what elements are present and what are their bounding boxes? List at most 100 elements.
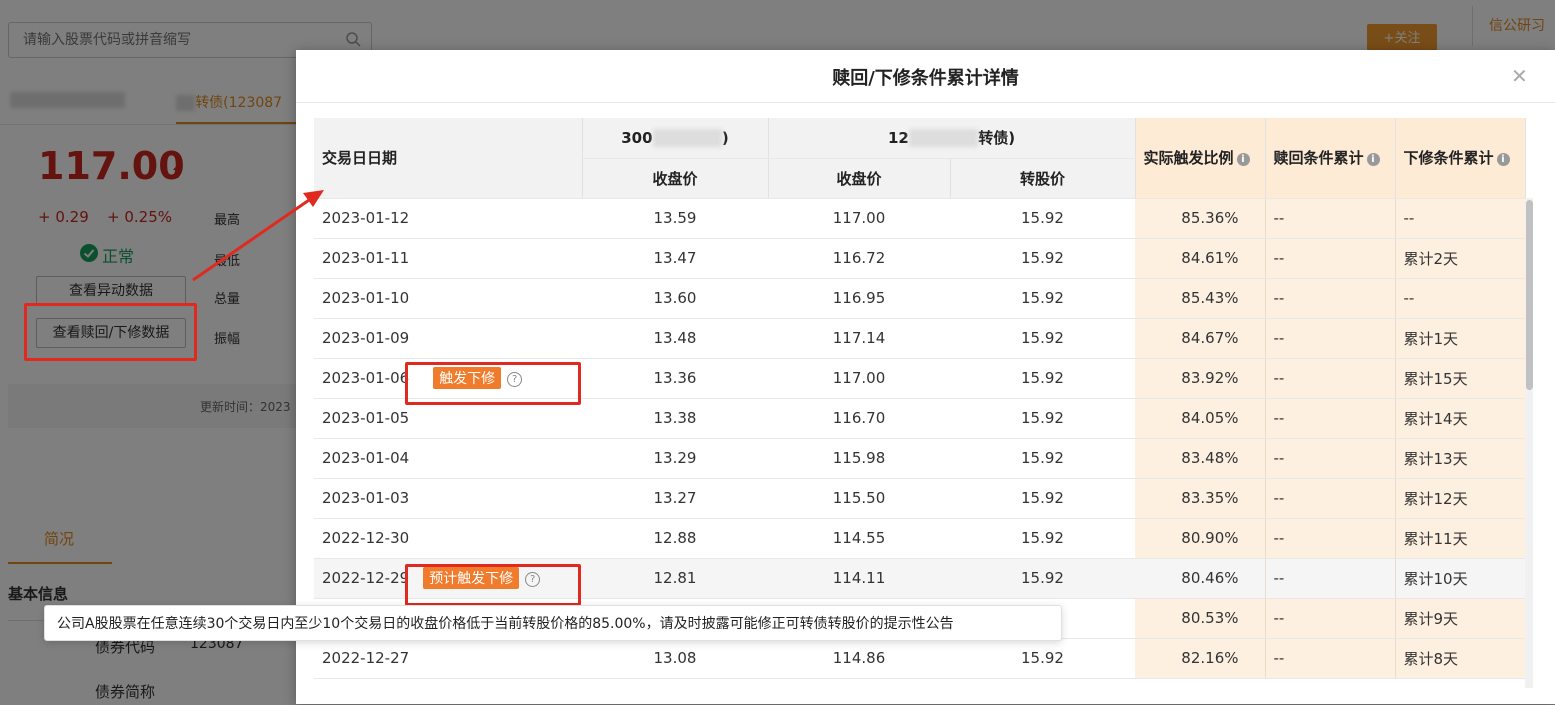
cell-reset: -- xyxy=(1395,278,1526,319)
header-ratio: 实际触发比例 i xyxy=(1135,118,1266,199)
cell-redeem: -- xyxy=(1265,238,1396,279)
header-bond-group: 12XXXXXX转债) xyxy=(768,118,1136,159)
cell-ratio: 80.90% xyxy=(1135,518,1266,559)
cell-date: 2023-01-10 xyxy=(314,278,582,319)
info-icon[interactable]: i xyxy=(1496,153,1510,167)
cell-redeem: -- xyxy=(1265,198,1396,239)
cell-bond-close: 114.55 xyxy=(768,518,950,559)
header-redeem: 赎回条件累计 i xyxy=(1265,118,1396,199)
cell-ratio: 83.35% xyxy=(1135,478,1266,519)
cell-bond-close: 114.11 xyxy=(768,558,950,599)
cell-date: 2023-01-03 xyxy=(314,478,582,519)
cell-date: 2022-12-30 xyxy=(314,518,582,559)
cell-redeem: -- xyxy=(1265,638,1396,679)
table-row: 2023-01-03 13.27 115.50 15.92 83.35% -- 累计12天 xyxy=(314,478,1526,519)
header-bond-group-suffix: 转债) xyxy=(978,129,1016,148)
cell-redeem: -- xyxy=(1265,518,1396,559)
cell-redeem: -- xyxy=(1265,598,1396,639)
date-text: 2023-01-03 xyxy=(322,489,410,507)
cell-bond-close: 115.98 xyxy=(768,438,950,479)
cell-stock-close: 13.48 xyxy=(582,318,768,359)
cell-conv-price: 15.92 xyxy=(950,198,1135,239)
cell-reset: 累计1天 xyxy=(1395,318,1526,359)
cell-reset: 累计14天 xyxy=(1395,398,1526,439)
header-trade-date: 交易日日期 xyxy=(314,118,583,199)
cell-conv-price: 15.92 xyxy=(950,238,1135,279)
cell-conv-price: 15.92 xyxy=(950,318,1135,359)
annotation-box-trigger xyxy=(405,362,581,405)
table-row: 2023-01-04 13.29 115.98 15.92 83.48% -- 累计13天 xyxy=(314,438,1526,479)
cell-reset: 累计11天 xyxy=(1395,518,1526,559)
cell-stock-close: 13.29 xyxy=(582,438,768,479)
cell-stock-close: 13.36 xyxy=(582,358,768,399)
cell-ratio: 83.48% xyxy=(1135,438,1266,479)
cell-stock-close: 12.88 xyxy=(582,518,768,559)
cell-reset: 累计8天 xyxy=(1395,638,1526,679)
modal-header: 赎回/下修条件累计详情 ✕ xyxy=(296,50,1555,103)
cell-redeem: -- xyxy=(1265,478,1396,519)
cell-bond-close: 116.72 xyxy=(768,238,950,279)
cell-conv-price: 15.92 xyxy=(950,518,1135,559)
cell-conv-price: 15.92 xyxy=(950,638,1135,679)
date-text: 2023-01-10 xyxy=(322,289,410,307)
cell-bond-close: 117.00 xyxy=(768,358,950,399)
table-row: 2022-12-27 13.08 114.86 15.92 82.16% -- 累计8天 xyxy=(314,638,1526,679)
cell-bond-close: 117.14 xyxy=(768,318,950,359)
cell-stock-close: 13.59 xyxy=(582,198,768,239)
cell-date: 2022-12-27 xyxy=(314,638,582,679)
scrollbar-thumb[interactable] xyxy=(1526,200,1533,390)
cell-reset: 累计13天 xyxy=(1395,438,1526,479)
cell-redeem: -- xyxy=(1265,558,1396,599)
modal-title: 赎回/下修条件累计详情 xyxy=(832,68,1019,89)
annotation-box-expected-trigger xyxy=(405,564,581,606)
cell-ratio: 82.16% xyxy=(1135,638,1266,679)
cell-redeem: -- xyxy=(1265,318,1396,359)
cell-redeem: -- xyxy=(1265,278,1396,319)
header-ratio-label: 实际触发比例 xyxy=(1143,149,1234,168)
info-icon[interactable]: i xyxy=(1366,153,1380,167)
cell-bond-close: 117.00 xyxy=(768,198,950,239)
cell-reset: 累计9天 xyxy=(1395,598,1526,639)
date-text: 2023-01-04 xyxy=(322,449,410,467)
info-icon[interactable]: i xyxy=(1236,153,1250,167)
cell-date: 2023-01-09 xyxy=(314,318,582,359)
table-row: 2023-01-09 13.48 117.14 15.92 84.67% -- 累计1天 xyxy=(314,318,1526,359)
close-icon[interactable]: ✕ xyxy=(1511,64,1528,88)
cell-stock-close: 13.27 xyxy=(582,478,768,519)
cell-reset: -- xyxy=(1395,198,1526,239)
cell-bond-close: 116.95 xyxy=(768,278,950,319)
cell-conv-price: 15.92 xyxy=(950,558,1135,599)
cell-bond-close: 114.86 xyxy=(768,638,950,679)
cell-reset: 累计10天 xyxy=(1395,558,1526,599)
table-row: 2022-12-30 12.88 114.55 15.92 80.90% -- 累计11天 xyxy=(314,518,1526,559)
cell-date: 2023-01-12 xyxy=(314,198,582,239)
cell-reset: 累计12天 xyxy=(1395,478,1526,519)
cell-conv-price: 15.92 xyxy=(950,478,1135,519)
header-bond-group-prefix: 12 xyxy=(887,129,909,148)
cell-ratio: 84.61% xyxy=(1135,238,1266,279)
cell-redeem: -- xyxy=(1265,358,1396,399)
header-redeem-label: 赎回条件累计 xyxy=(1273,149,1364,168)
cell-ratio: 83.92% xyxy=(1135,358,1266,399)
table-row: 2023-01-12 13.59 117.00 15.92 85.36% -- -- xyxy=(314,198,1526,239)
cell-stock-close: 13.08 xyxy=(582,638,768,679)
cell-ratio: 85.36% xyxy=(1135,198,1266,239)
date-text: 2023-01-09 xyxy=(322,329,410,347)
header-bond-close: 收盘价 xyxy=(768,158,951,199)
date-text: 2023-01-11 xyxy=(322,249,410,267)
cell-reset: 累计15天 xyxy=(1395,358,1526,399)
cell-conv-price: 15.92 xyxy=(950,438,1135,479)
header-stock-close: 收盘价 xyxy=(582,158,769,199)
date-text: 2022-12-27 xyxy=(322,649,410,667)
cell-ratio: 84.67% xyxy=(1135,318,1266,359)
cell-date: 2023-01-11 xyxy=(314,238,582,279)
table-row: 2023-01-10 13.60 116.95 15.92 85.43% -- -- xyxy=(314,278,1526,319)
header-stock-group-prefix: 300 xyxy=(621,128,653,147)
cell-date: 2023-01-04 xyxy=(314,438,582,479)
blurred-stock-name-header: XXXXXX xyxy=(652,128,722,147)
date-text: 2023-01-05 xyxy=(322,409,410,427)
cell-conv-price: 15.92 xyxy=(950,358,1135,399)
cell-stock-close: 13.47 xyxy=(582,238,768,279)
cell-redeem: -- xyxy=(1265,398,1396,439)
blurred-bond-name-header: XXXXXX xyxy=(908,129,979,148)
